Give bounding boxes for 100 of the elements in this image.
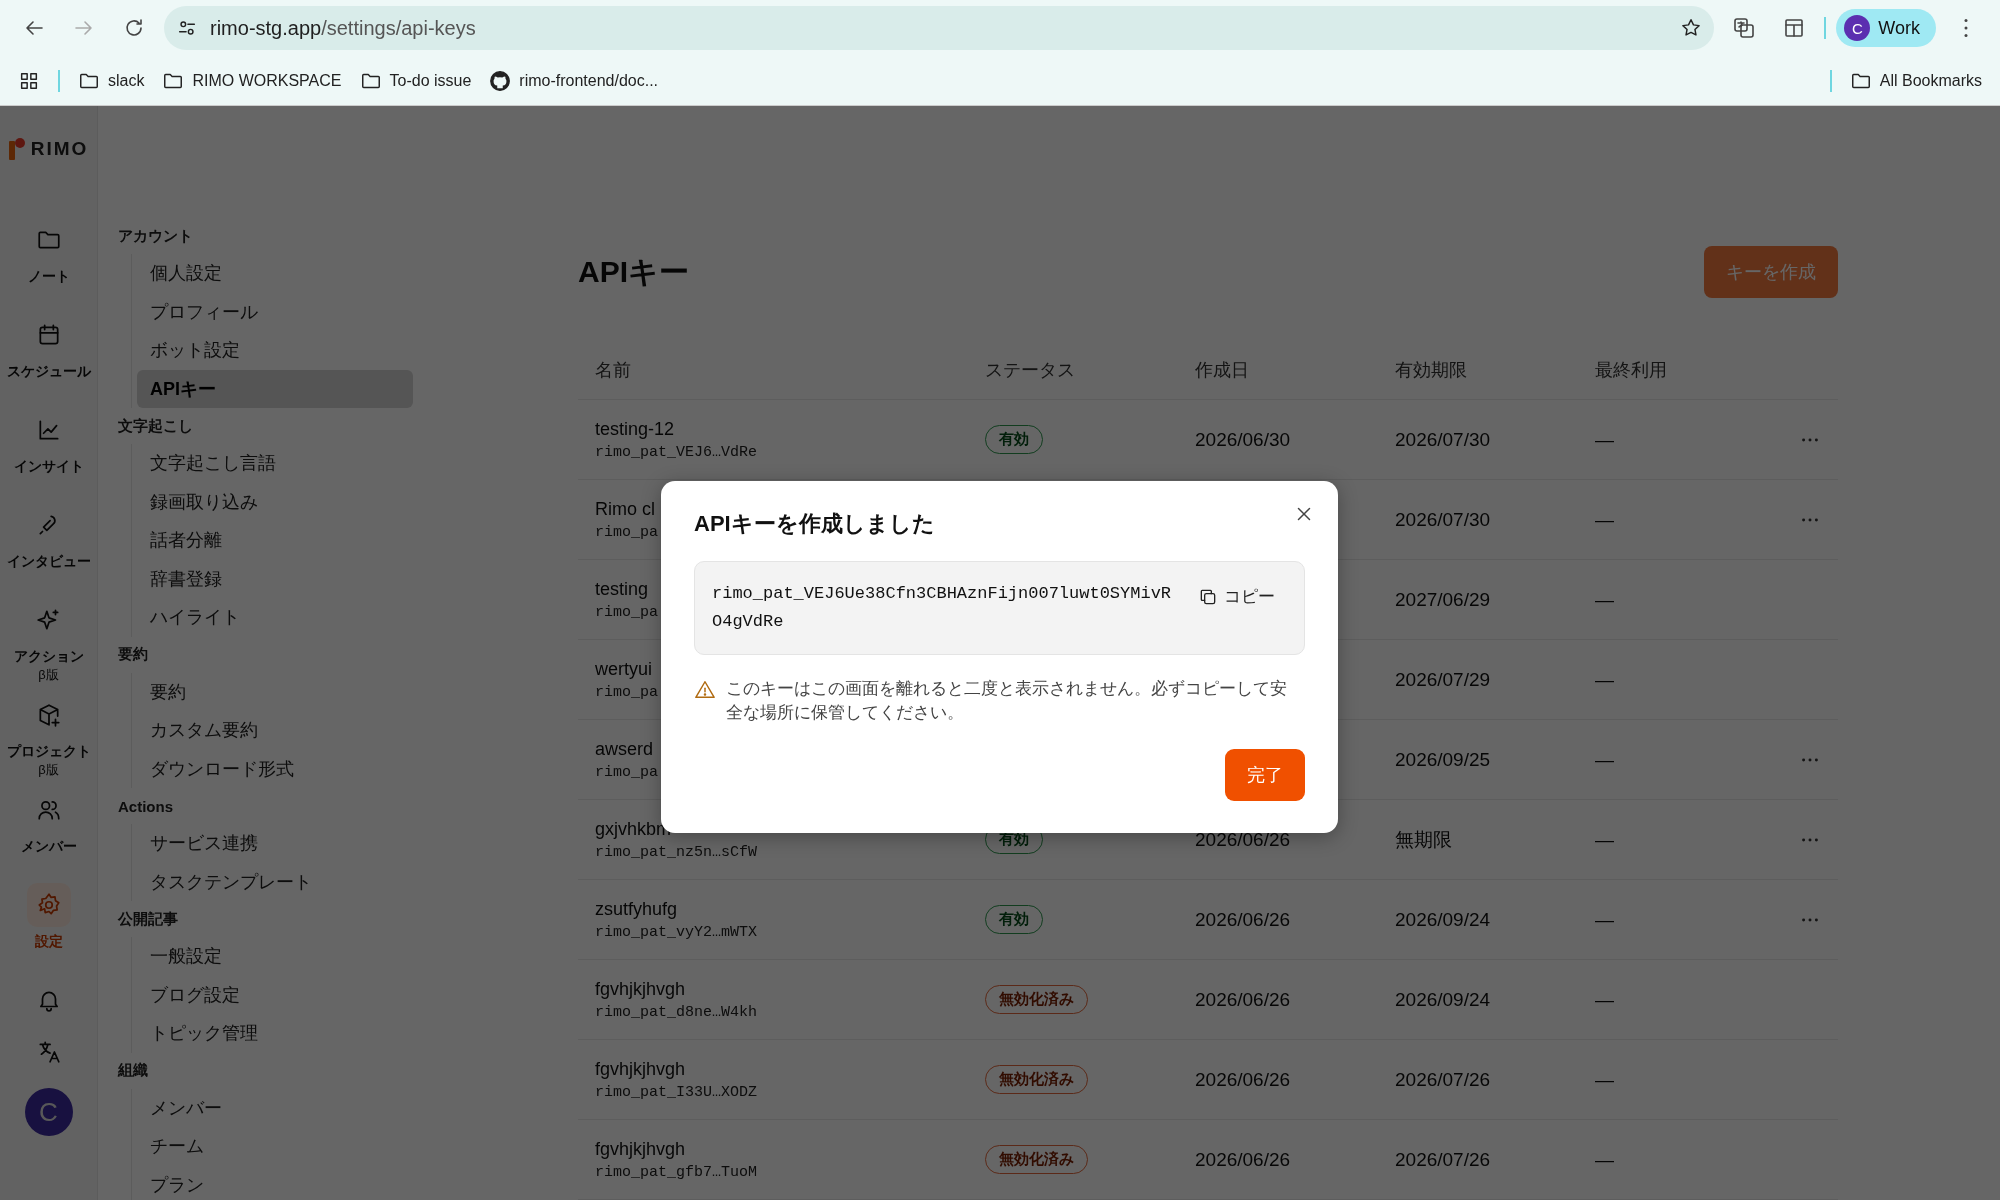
created-date: 2026/06/26	[1195, 988, 1291, 1011]
more-icon[interactable]	[1802, 917, 1818, 922]
nav-section-title: アカウント	[118, 225, 194, 246]
nav-item[interactable]: 一般設定	[137, 937, 413, 976]
sidebar-item[interactable]: インタビュー	[6, 503, 91, 598]
sidebar-item[interactable]: スケジュール	[6, 313, 91, 408]
nav-item[interactable]: プラン	[137, 1165, 413, 1200]
nav-item[interactable]: カスタム要約	[137, 711, 413, 750]
bookmark[interactable]: slack	[78, 69, 145, 92]
expiry-date: 2026/07/26	[1395, 1148, 1491, 1171]
sidebar-item[interactable]: ノート	[26, 218, 71, 313]
address-bar[interactable]: rimo-stg.app/settings/api-keys	[164, 6, 1715, 50]
sidebar-item[interactable]: 設定	[26, 883, 71, 978]
sidebar-item[interactable]: プロジェクト β版	[6, 693, 91, 788]
last-used: —	[1595, 828, 1614, 851]
nav-item[interactable]: トピック管理	[137, 1014, 413, 1053]
column-header: 有効期限	[1395, 359, 1467, 382]
key-prefix: rimo_pat_VEJ6…VdRe	[595, 443, 758, 461]
nav-item[interactable]: 個人設定	[137, 254, 413, 293]
done-button[interactable]: 完了	[1225, 749, 1305, 801]
nav-section-title: 組織	[118, 1060, 149, 1080]
more-icon[interactable]	[1802, 757, 1818, 762]
nav-item[interactable]: ハイライト	[137, 598, 413, 637]
nav-item[interactable]: タスクテンプレート	[137, 862, 413, 901]
key-prefix: rimo_pat_gfb7…TuoM	[595, 1163, 758, 1181]
key-prefix: rimo_pa	[595, 683, 658, 701]
created-date: 2026/06/30	[1195, 428, 1291, 451]
more-icon[interactable]	[1802, 437, 1818, 442]
copy-button[interactable]: コピー	[1192, 584, 1281, 609]
more-icon[interactable]	[1802, 837, 1818, 842]
last-used: —	[1595, 748, 1614, 771]
last-used: —	[1595, 588, 1614, 611]
key-name: testing	[595, 578, 649, 600]
last-used: —	[1595, 1148, 1614, 1171]
sidebar-item[interactable]: アクション β版	[13, 598, 84, 693]
nav-section-title: 公開記事	[118, 908, 179, 929]
nav-section-title: 文字起こし	[118, 415, 194, 436]
last-used: —	[1595, 988, 1614, 1011]
status-badge: 無効化済み	[985, 1065, 1088, 1094]
page-title: APIキー	[578, 253, 689, 290]
last-used: —	[1595, 908, 1614, 931]
all-bookmarks[interactable]: All Bookmarks	[1849, 69, 1982, 92]
bookmark[interactable]: RIMO WORKSPACE	[162, 69, 342, 92]
expiry-date: 2026/09/24	[1395, 988, 1491, 1011]
created-date: 2026/06/26	[1195, 1068, 1291, 1091]
expiry-date: 2027/06/29	[1395, 588, 1491, 611]
key-name: gxjvhkbm	[595, 818, 672, 840]
nav-item[interactable]: サービス連携	[137, 824, 413, 863]
bookmark[interactable]: To-do issue	[359, 69, 472, 92]
status-badge: 有効	[985, 425, 1043, 454]
key-name: testing-12	[595, 418, 675, 440]
nav-item[interactable]: プロフィール	[137, 292, 413, 331]
star-icon	[1680, 17, 1703, 39]
kebab-icon	[1964, 19, 1968, 37]
key-name: fgvhjkjhvgh	[595, 978, 686, 1000]
api-key-text: rimo_pat_VEJ6Ue38Cfn3CBHAznFijn007luwt0SYMivRO4gVdRe	[712, 583, 1173, 633]
url-text: rimo-stg.app/settings/api-keys	[210, 16, 476, 40]
key-name: fgvhjkjhvgh	[595, 1058, 686, 1080]
expiry-date: 2026/09/25	[1395, 748, 1491, 771]
created-date: 2026/06/26	[1195, 908, 1291, 931]
nav-item[interactable]: 話者分離	[137, 521, 413, 560]
nav-item[interactable]: ダウンロード形式	[137, 749, 413, 788]
status-badge: 無効化済み	[985, 1145, 1088, 1174]
nav-section-title: 要約	[118, 644, 149, 664]
nav-section-title: Actions	[118, 796, 174, 817]
nav-item[interactable]: 要約	[137, 672, 413, 711]
key-prefix: rimo_pa	[595, 763, 658, 781]
status-badge: 無効化済み	[985, 985, 1088, 1014]
nav-item[interactable]: 辞書登録	[137, 559, 413, 598]
dialog-title: APIキーを作成しました	[694, 510, 935, 538]
key-name: Rimo cl	[595, 498, 655, 520]
last-used: —	[1595, 428, 1614, 451]
column-header: ステータス	[985, 359, 1075, 382]
user-avatar[interactable]: C	[24, 1088, 73, 1136]
nav-item[interactable]: 録画取り込み	[137, 482, 413, 521]
expiry-date: 2026/07/29	[1395, 668, 1491, 691]
expiry-date: 2026/07/26	[1395, 1068, 1491, 1091]
logo-text: RIMO	[30, 138, 89, 160]
last-used: —	[1595, 668, 1614, 691]
sidebar-item[interactable]: インサイト	[13, 408, 84, 503]
column-header: 作成日	[1195, 359, 1249, 382]
status-badge: 有効	[985, 905, 1043, 934]
sidebar-item[interactable]: メンバー	[20, 788, 77, 883]
nav-item[interactable]: APIキー	[137, 369, 413, 408]
more-icon[interactable]	[1802, 517, 1818, 522]
key-name: zsutfyhufg	[595, 898, 678, 920]
key-prefix: rimo_pa	[595, 523, 658, 541]
key-prefix: rimo_pa	[595, 603, 658, 621]
expiry-date: 2026/07/30	[1395, 508, 1491, 531]
nav-item[interactable]: ボット設定	[137, 331, 413, 370]
profile-button[interactable]: C Work	[1836, 9, 1936, 47]
column-header: 最終利用	[1595, 359, 1667, 382]
created-date: 2026/06/26	[1195, 1148, 1291, 1171]
create-key-button[interactable]: キーを作成	[1704, 246, 1838, 298]
nav-item[interactable]: ブログ設定	[137, 975, 413, 1014]
github-icon	[489, 69, 512, 92]
nav-item[interactable]: チーム	[137, 1127, 413, 1166]
nav-item[interactable]: 文字起こし言語	[137, 444, 413, 483]
bookmark[interactable]: rimo-frontend/doc...	[489, 69, 659, 92]
nav-item[interactable]: メンバー	[137, 1088, 413, 1127]
